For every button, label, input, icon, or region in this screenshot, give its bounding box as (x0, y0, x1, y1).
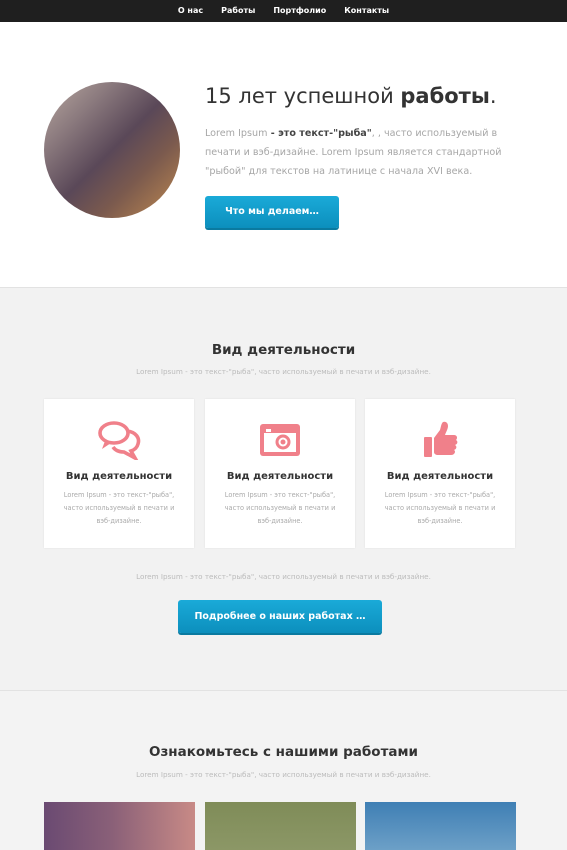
works-title: Ознакомьтесь с нашими работами (148, 744, 419, 760)
nav-item-portfolio[interactable]: Портфолио (264, 0, 335, 22)
service-card-text: Lorem Ipsum - это текст-"рыба", часто ис… (224, 491, 336, 525)
works-section: Ознакомьтесь с нашими работами Lorem Ips… (0, 690, 567, 850)
services-subtitle: Lorem Ipsum - это текст-"рыба", часто ис… (136, 367, 431, 376)
hero-text-lead: Lorem Ipsum (205, 128, 268, 139)
camera-icon (260, 424, 300, 456)
avatar (44, 82, 180, 218)
service-card-text: Lorem Ipsum - это текст-"рыба", часто ис… (63, 491, 175, 525)
service-card-title: Вид деятельности (386, 471, 494, 482)
thumbs-up-icon (424, 421, 458, 457)
hero-text-strong: - это текст-"рыба" (267, 128, 372, 139)
service-card: Вид деятельности Lorem Ipsum - это текст… (44, 399, 194, 548)
nav-item-about[interactable]: О нас (169, 0, 212, 22)
hero-title: 15 лет успешной работы. (205, 84, 497, 108)
work-thumbnail[interactable] (205, 802, 356, 850)
more-about-works-button[interactable]: Подробнее о наших работах … (178, 600, 382, 633)
service-card-title: Вид деятельности (65, 471, 173, 482)
hero-section: 15 лет успешной работы. Lorem Ipsum - эт… (0, 22, 567, 287)
what-we-do-button[interactable]: Что мы делаем… (205, 196, 339, 228)
service-card-text: Lorem Ipsum - это текст-"рыба", часто ис… (384, 491, 496, 525)
nav-item-contacts[interactable]: Контакты (335, 0, 398, 22)
work-thumbnail[interactable] (44, 802, 195, 850)
service-card-title: Вид деятельности (226, 471, 334, 482)
hero-title-bold: работы (400, 84, 490, 108)
works-subtitle: Lorem Ipsum - это текст-"рыба", часто ис… (136, 770, 431, 779)
service-card: Вид деятельности Lorem Ipsum - это текст… (365, 399, 515, 548)
services-footer-text: Lorem Ipsum - это текст-"рыба", часто ис… (136, 572, 431, 581)
hero-description: Lorem Ipsum - это текст-"рыба", , часто … (205, 124, 523, 181)
hero-title-plain: 15 лет успешной (205, 84, 401, 108)
services-title: Вид деятельности (211, 342, 356, 358)
chat-bubbles-icon (98, 421, 141, 460)
top-navigation: О нас Работы Портфолио Контакты (0, 0, 567, 22)
nav-item-works[interactable]: Работы (212, 0, 264, 22)
service-card: Вид деятельности Lorem Ipsum - это текст… (205, 399, 355, 548)
hero-title-end: . (489, 84, 497, 108)
work-thumbnail[interactable] (365, 802, 516, 850)
services-section: Вид деятельности Lorem Ipsum - это текст… (0, 287, 567, 690)
